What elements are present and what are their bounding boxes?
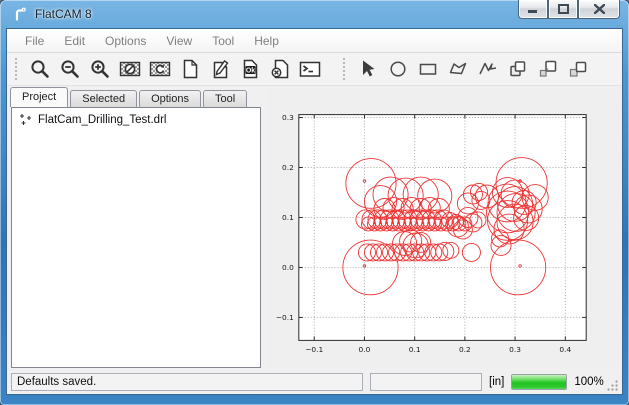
toolbar-drag-handle[interactable] xyxy=(15,58,19,80)
project-tree: FlatCam_Drilling_Test.drl xyxy=(11,107,261,368)
x-tick-label: 0.2 xyxy=(459,345,471,354)
menu-bar: File Edit Options View Tool Help xyxy=(7,29,622,53)
zoom-fit-icon xyxy=(29,58,51,80)
move-objects-button[interactable] xyxy=(563,55,593,83)
flatcam-window: FlatCAM 8 File Edit Options View Tool He… xyxy=(0,0,629,405)
file-edit-button[interactable] xyxy=(205,55,235,83)
menu-help[interactable]: Help xyxy=(244,31,289,51)
resize-grip[interactable] xyxy=(607,379,619,391)
svg-text:Ok: Ok xyxy=(246,67,255,74)
tab-selected[interactable]: Selected xyxy=(70,90,137,107)
rectangle-tool-button[interactable] xyxy=(413,55,443,83)
status-aux-field xyxy=(370,373,482,391)
y-tick-label: 0.3 xyxy=(282,113,294,122)
file-delete-button[interactable] xyxy=(265,55,295,83)
progress-fill xyxy=(512,375,566,389)
y-tick-label: 0.2 xyxy=(282,163,294,172)
main-area: Project Selected Options Tool FlatCam_Dr… xyxy=(7,86,622,370)
window-title: FlatCAM 8 xyxy=(35,7,92,21)
minimize-button[interactable] xyxy=(518,0,548,19)
tab-project[interactable]: Project xyxy=(10,87,68,107)
tree-item-drill-file[interactable]: FlatCam_Drilling_Test.drl xyxy=(14,113,258,126)
shell-icon xyxy=(299,58,321,80)
maximize-button[interactable] xyxy=(548,0,578,19)
circle-tool-button[interactable] xyxy=(383,55,413,83)
pointer-select-icon xyxy=(357,58,379,80)
shell-button[interactable] xyxy=(295,55,325,83)
status-bar: Defaults saved. [in] 100% xyxy=(7,370,622,394)
maximize-icon xyxy=(558,4,569,14)
left-panel: Project Selected Options Tool FlatCam_Dr… xyxy=(7,86,265,370)
zoom-out-icon xyxy=(59,58,81,80)
menu-edit[interactable]: Edit xyxy=(54,31,95,51)
tab-options[interactable]: Options xyxy=(139,90,201,107)
plot-panel: −0.1 0.0 0.1 0.2 0.3 0.4 −0.1 0.0 0.1 0.2 0.3 xyxy=(267,88,620,368)
y-tick-label: 0.0 xyxy=(282,263,294,272)
progress-bar xyxy=(511,374,567,390)
copy-geometry-button[interactable] xyxy=(533,55,563,83)
copy-objects-button[interactable] xyxy=(503,55,533,83)
menu-options[interactable]: Options xyxy=(95,31,156,51)
zoom-out-button[interactable] xyxy=(55,55,85,83)
y-tick-label: −0.1 xyxy=(276,313,294,322)
tab-bar: Project Selected Options Tool xyxy=(7,86,265,107)
menu-tool[interactable]: Tool xyxy=(202,31,244,51)
circle-tool-icon xyxy=(387,58,409,80)
file-new-button[interactable] xyxy=(175,55,205,83)
close-button[interactable] xyxy=(578,0,620,19)
move-objects-icon xyxy=(567,58,589,80)
file-ok-button[interactable]: Ok xyxy=(235,55,265,83)
file-ok-icon: Ok xyxy=(239,58,261,80)
drill-marks-icon xyxy=(19,113,32,126)
progress-percent-label: 100% xyxy=(574,376,603,388)
plot-canvas[interactable]: −0.1 0.0 0.1 0.2 0.3 0.4 −0.1 0.0 0.1 0.2 0.3 xyxy=(267,88,620,368)
polygon-tool-button[interactable] xyxy=(443,55,473,83)
copy-geometry-icon xyxy=(537,58,559,80)
units-indicator: [in] xyxy=(489,376,504,388)
window-controls xyxy=(518,0,620,19)
menu-view[interactable]: View xyxy=(156,31,202,51)
toolbar-drag-handle[interactable] xyxy=(343,58,347,80)
clear-plot-icon xyxy=(119,58,141,80)
file-delete-icon xyxy=(269,58,291,80)
titlebar[interactable]: FlatCAM 8 xyxy=(6,0,623,28)
zoom-fit-button[interactable] xyxy=(25,55,55,83)
flatcam-logo-icon xyxy=(12,6,29,23)
tree-item-label: FlatCam_Drilling_Test.drl xyxy=(38,114,166,126)
clear-plot-button[interactable] xyxy=(115,55,145,83)
replot-button[interactable] xyxy=(145,55,175,83)
file-edit-icon xyxy=(209,58,231,80)
status-message: Defaults saved. xyxy=(11,373,363,391)
x-tick-label: 0.1 xyxy=(409,345,421,354)
menu-file[interactable]: File xyxy=(15,31,54,51)
x-tick-label: 0.3 xyxy=(509,345,521,354)
zoom-in-button[interactable] xyxy=(85,55,115,83)
x-tick-label: 0.4 xyxy=(559,345,571,354)
close-icon xyxy=(594,4,605,14)
copy-objects-icon xyxy=(507,58,529,80)
polyline-tool-icon xyxy=(477,58,499,80)
y-tick-label: 0.1 xyxy=(282,213,294,222)
rectangle-tool-icon xyxy=(417,58,439,80)
x-tick-label: 0.0 xyxy=(359,345,371,354)
polygon-tool-icon xyxy=(447,58,469,80)
zoom-in-icon xyxy=(89,58,111,80)
replot-icon xyxy=(149,58,171,80)
file-new-icon xyxy=(179,58,201,80)
pointer-select-button[interactable] xyxy=(353,55,383,83)
toolbar: Ok xyxy=(7,53,622,86)
minimize-icon xyxy=(528,5,538,14)
tab-tool[interactable]: Tool xyxy=(203,90,247,107)
client-area: File Edit Options View Tool Help xyxy=(6,28,623,395)
polyline-tool-button[interactable] xyxy=(473,55,503,83)
x-tick-label: −0.1 xyxy=(305,345,323,354)
